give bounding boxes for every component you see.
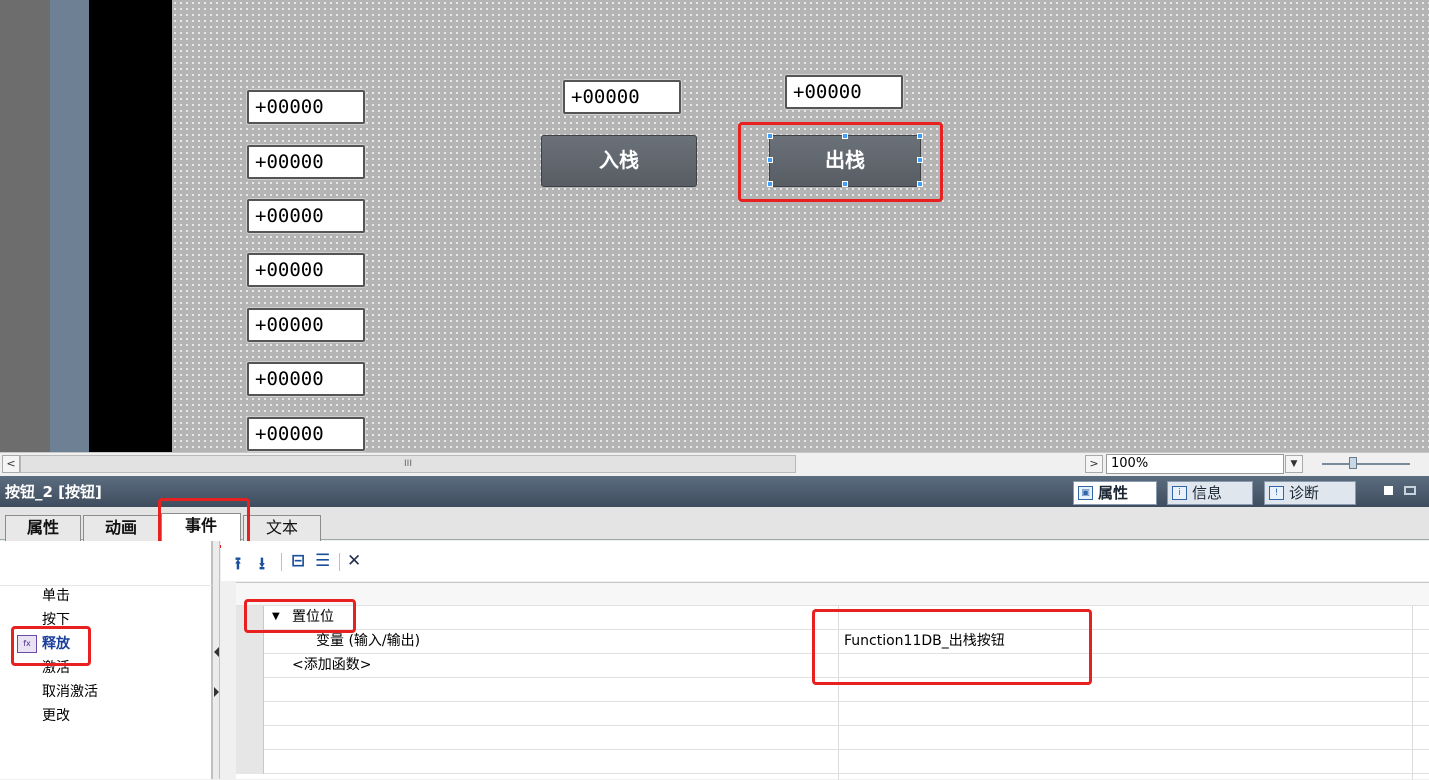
toolbar-separator <box>339 553 340 571</box>
function-list-grid: ▼ 置位位 变量 (输入/输出) Function11DB_出栈按钮 <添加函数… <box>236 582 1429 780</box>
property-tabs-row: 属性 动画 事件 文本 <box>0 498 1429 548</box>
table-row <box>236 750 1429 774</box>
event-deactivate[interactable]: 取消激活 <box>42 683 98 701</box>
panel-splitter[interactable] <box>212 541 220 779</box>
delete-icon[interactable]: ✕ <box>347 551 361 571</box>
io-field-6[interactable]: +00000 <box>247 362 365 396</box>
tab-attributes[interactable]: 属性 <box>5 515 81 541</box>
table-header-row <box>236 583 1429 606</box>
zoom-slider-thumb[interactable] <box>1349 457 1357 469</box>
add-function-link[interactable]: <添加函数> <box>292 654 371 676</box>
collapse-left-icon[interactable] <box>214 647 219 657</box>
param-name: 变量 (输入/输出) <box>316 633 421 649</box>
highlight-box-variable <box>812 609 1092 685</box>
tab-properties[interactable]: ▣ 属性 <box>1073 481 1157 505</box>
io-field-5[interactable]: +00000 <box>247 308 365 342</box>
tab-diagnostics[interactable]: ! 诊断 <box>1264 481 1356 505</box>
hmi-screen-canvas[interactable]: +00000 +00000 +00000 +00000 +00000 +0000… <box>172 0 1429 452</box>
io-field-stack-top[interactable]: +00000 <box>563 80 681 114</box>
row-header <box>236 678 264 702</box>
io-field-4[interactable]: +00000 <box>247 253 365 287</box>
zoom-dropdown-button[interactable]: ▼ <box>1285 455 1303 473</box>
expand-right-icon[interactable] <box>214 687 219 697</box>
table-row <box>236 726 1429 750</box>
event-change[interactable]: 更改 <box>42 707 70 725</box>
row-header <box>236 726 264 750</box>
scroll-thumb[interactable]: III <box>20 455 796 473</box>
zoom-input[interactable]: 100% <box>1106 454 1284 474</box>
tab-animation[interactable]: 动画 <box>83 515 159 541</box>
scroll-right-button[interactable]: > <box>1085 455 1103 473</box>
push-button[interactable]: 入栈 <box>541 135 697 187</box>
move-down-icon[interactable]: ⭳ <box>259 551 265 580</box>
event-list: 单击 按下 释放 fx 激活 取消激活 更改 <box>0 541 212 779</box>
left-black-strip <box>89 0 172 452</box>
canvas-scrollbar-row: < III > 100% ▼ <box>0 452 1429 475</box>
zoom-slider-track[interactable] <box>1322 463 1410 465</box>
diagnostics-icon: ! <box>1269 486 1284 500</box>
tab-text[interactable]: 文本 <box>243 515 321 541</box>
row-header <box>236 750 264 774</box>
highlight-box-release-event <box>11 626 91 666</box>
float-window-icon[interactable] <box>1384 486 1393 495</box>
highlight-box-pop-button <box>738 122 943 202</box>
left-gray-strip <box>0 0 50 452</box>
row-header <box>236 630 264 654</box>
expand-all-icon[interactable]: ☰ <box>315 551 330 571</box>
properties-icon: ▣ <box>1078 486 1093 500</box>
tab-properties-label: 属性 <box>1098 484 1129 502</box>
left-blue-strip <box>50 0 89 452</box>
scroll-left-button[interactable]: < <box>2 455 20 473</box>
io-field-pop-value[interactable]: +00000 <box>785 75 903 109</box>
inspector-title: 按钮_2 [按钮] <box>5 483 102 501</box>
tab-diagnostics-label: 诊断 <box>1289 484 1320 502</box>
row-header <box>236 654 264 678</box>
toolbar-separator <box>281 553 282 571</box>
maximize-icon[interactable] <box>1404 486 1416 495</box>
event-click[interactable]: 单击 <box>42 587 70 605</box>
io-field-7[interactable]: +00000 <box>247 417 365 451</box>
function-toolbar: ⭱ ⭳ ⊟ ☰ ✕ <box>221 541 1429 581</box>
tab-info-label: 信息 <box>1192 484 1223 502</box>
highlight-box-function <box>244 599 356 633</box>
move-up-icon[interactable]: ⭱ <box>235 551 241 580</box>
list-divider <box>0 585 212 586</box>
table-row <box>236 702 1429 726</box>
row-header <box>236 702 264 726</box>
io-field-3[interactable]: +00000 <box>247 199 365 233</box>
io-field-2[interactable]: +00000 <box>247 145 365 179</box>
collapse-all-icon[interactable]: ⊟ <box>291 551 305 571</box>
info-icon: i <box>1172 486 1187 500</box>
io-field-1[interactable]: +00000 <box>247 90 365 124</box>
tab-info[interactable]: i 信息 <box>1167 481 1253 505</box>
